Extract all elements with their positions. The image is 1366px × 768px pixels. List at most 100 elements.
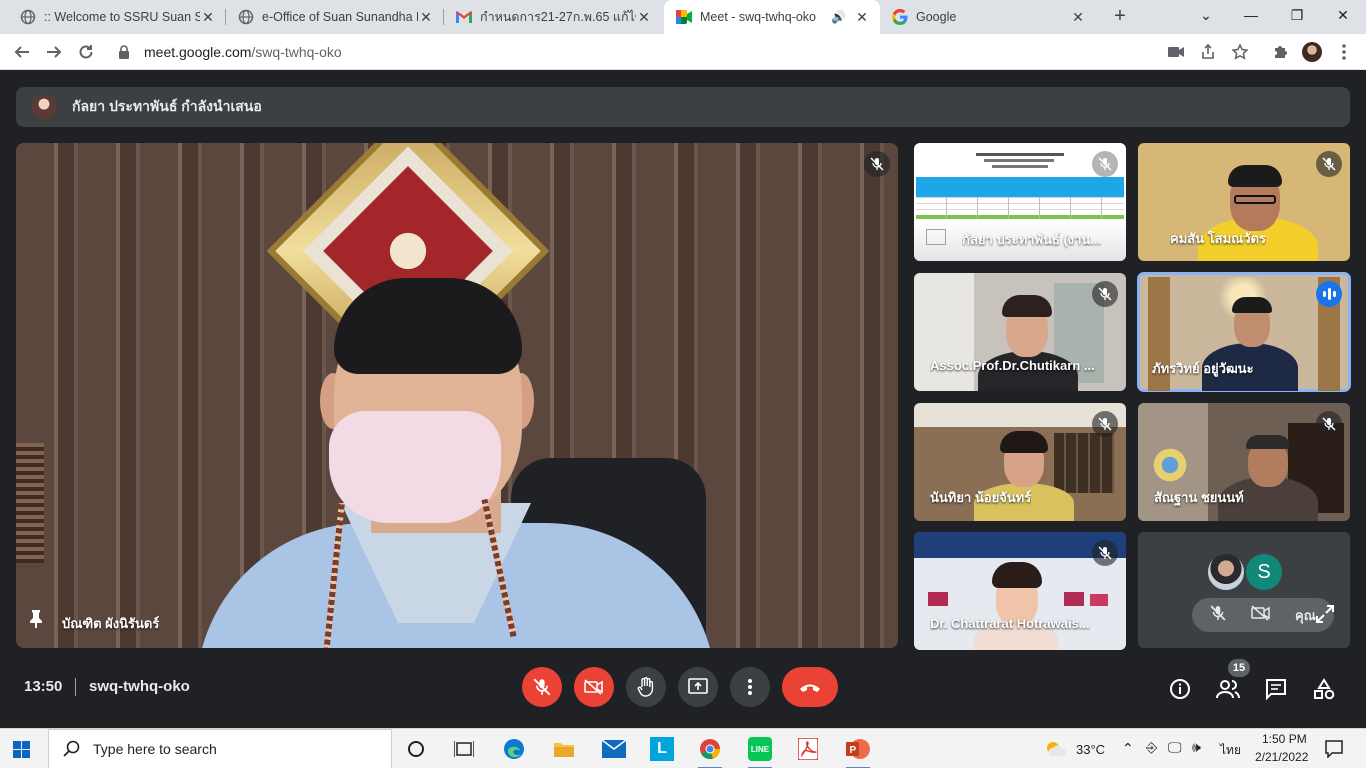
camera-in-use-icon[interactable] bbox=[1166, 42, 1186, 62]
participants-button[interactable] bbox=[1216, 677, 1240, 701]
raise-hand-button[interactable] bbox=[626, 667, 666, 707]
windows-start-icon[interactable] bbox=[13, 741, 30, 758]
tray-usb-icon[interactable]: ⎆ bbox=[1146, 739, 1157, 756]
browser-tab-gmail[interactable]: กำหนดการ21-27ก.พ.65 แก้ไข - ✕ bbox=[444, 0, 662, 34]
chrome-icon[interactable] bbox=[698, 737, 722, 768]
muted-mic-icon[interactable] bbox=[1210, 605, 1226, 626]
more-participants-tile[interactable]: S คุณ bbox=[1138, 532, 1350, 648]
url-text: meet.google.com/swq-twhq-oko bbox=[144, 44, 342, 60]
close-tab-icon[interactable]: ✕ bbox=[418, 9, 434, 26]
tray-chevron-up-icon[interactable]: ⌃ bbox=[1122, 740, 1134, 757]
meet-icon bbox=[676, 9, 692, 25]
participant-tile[interactable]: Assoc.Prof.Dr.Chutikarn ... bbox=[914, 273, 1126, 391]
line-app-icon[interactable]: LINE bbox=[748, 737, 772, 768]
reload-icon bbox=[79, 45, 93, 59]
browser-tab-strip: :: Welcome to SSRU Suan Sun ✕ e-Office o… bbox=[0, 0, 1366, 34]
globe-icon bbox=[20, 9, 36, 25]
restore-button[interactable]: ❐ bbox=[1274, 0, 1320, 30]
participant-avatar bbox=[1206, 552, 1246, 592]
chat-button[interactable] bbox=[1264, 677, 1288, 701]
powerpoint-icon[interactable]: P bbox=[846, 737, 870, 768]
forward-button[interactable] bbox=[42, 40, 66, 64]
close-tab-icon[interactable]: ✕ bbox=[1070, 9, 1086, 26]
gmail-icon bbox=[456, 9, 472, 25]
arrow-left-icon bbox=[14, 46, 29, 58]
presenting-banner: กัลยา ประทาพันธ์ กำลังนำเสนอ bbox=[16, 87, 1350, 127]
close-tab-icon[interactable]: ✕ bbox=[636, 9, 652, 26]
participant-tile-presenter[interactable]: กัลยา ประทาพันธ์ (งาน... bbox=[914, 143, 1126, 261]
tab-title: Google bbox=[916, 10, 957, 24]
close-tab-icon[interactable]: ✕ bbox=[200, 9, 216, 26]
activities-button[interactable] bbox=[1312, 677, 1336, 701]
speaker-playing-icon[interactable]: 🔊 bbox=[831, 10, 846, 24]
tab-search-icon[interactable]: ⌄ bbox=[1183, 0, 1229, 30]
minimize-button[interactable]: — bbox=[1228, 0, 1274, 30]
muted-mic-icon bbox=[1316, 411, 1342, 437]
participant-name: นันทิยา น้อยจันทร์ bbox=[930, 490, 1032, 505]
browser-tab-eoffice[interactable]: e-Office of Suan Sunandha R ✕ bbox=[226, 0, 444, 34]
file-explorer-icon[interactable] bbox=[552, 737, 576, 761]
task-view-icon[interactable] bbox=[452, 737, 476, 761]
presenting-text: กัลยา ประทาพันธ์ กำลังนำเสนอ bbox=[72, 98, 262, 114]
browser-tab-meet[interactable]: Meet - swq-twhq-oko 🔊 ✕ bbox=[664, 0, 880, 34]
camera-off-icon[interactable] bbox=[1250, 604, 1271, 626]
participant-tile[interactable]: สัณฐาน ชยนนท์ bbox=[1138, 403, 1350, 521]
tab-title: :: Welcome to SSRU Suan Sun bbox=[44, 10, 200, 24]
more-vertical-icon bbox=[748, 679, 752, 695]
profile-avatar[interactable] bbox=[1302, 42, 1322, 62]
mic-toggle-button[interactable] bbox=[522, 667, 562, 707]
mail-icon[interactable] bbox=[602, 737, 626, 761]
acrobat-icon[interactable] bbox=[796, 737, 820, 761]
present-now-button[interactable] bbox=[678, 667, 718, 707]
participant-tile[interactable]: คมสัน โสมณวัตร bbox=[1138, 143, 1350, 261]
edge-icon[interactable] bbox=[502, 737, 526, 761]
share-icon[interactable] bbox=[1198, 42, 1218, 62]
extensions-puzzle-icon[interactable] bbox=[1270, 42, 1290, 62]
muted-mic-icon bbox=[1092, 281, 1118, 307]
tray-volume-icon[interactable]: 🕪 bbox=[1192, 739, 1201, 756]
participant-avatar-letter: S bbox=[1244, 552, 1284, 592]
tab-title: e-Office of Suan Sunandha R bbox=[262, 10, 418, 24]
weather-icon[interactable] bbox=[1044, 737, 1068, 761]
pin-icon[interactable] bbox=[28, 610, 44, 628]
globe-icon bbox=[238, 9, 254, 25]
google-icon bbox=[892, 9, 908, 25]
main-video-tile[interactable]: บัณฑิต ผังนิรันดร์ bbox=[16, 143, 898, 648]
taskbar-search-box[interactable]: Type here to search bbox=[48, 729, 392, 768]
browser-tab-ssru[interactable]: :: Welcome to SSRU Suan Sun ✕ bbox=[8, 0, 226, 34]
browser-toolbar: meet.google.com/swq-twhq-oko bbox=[0, 34, 1366, 70]
tray-network-icon[interactable]: 🖵 bbox=[1168, 739, 1182, 756]
tab-title: Meet - swq-twhq-oko bbox=[700, 10, 817, 24]
new-tab-button[interactable]: + bbox=[1108, 5, 1132, 29]
participant-tile[interactable]: Dr. Chattrarat Hotrawais... bbox=[914, 532, 1126, 650]
clock-time[interactable]: 1:50 PM bbox=[1262, 732, 1307, 746]
search-icon bbox=[63, 740, 80, 757]
more-options-button[interactable] bbox=[730, 667, 770, 707]
lock-icon[interactable] bbox=[118, 45, 134, 59]
close-window-button[interactable]: ✕ bbox=[1320, 0, 1366, 30]
close-tab-icon[interactable]: ✕ bbox=[854, 9, 870, 26]
browser-menu-icon[interactable] bbox=[1334, 42, 1354, 62]
notification-center-icon[interactable] bbox=[1322, 737, 1346, 761]
clock-date[interactable]: 2/21/2022 bbox=[1255, 750, 1308, 764]
self-label: คุณ bbox=[1295, 607, 1316, 623]
windows-taskbar: Type here to search L LINE P 33°C ⌃ ⎆ 🖵 … bbox=[0, 728, 1366, 768]
presentation-icon bbox=[926, 229, 946, 245]
launcher-l-icon[interactable]: L bbox=[650, 737, 674, 761]
address-bar[interactable]: meet.google.com/swq-twhq-oko bbox=[108, 38, 1260, 66]
bookmark-star-icon[interactable] bbox=[1230, 42, 1250, 62]
leave-call-button[interactable] bbox=[782, 667, 838, 707]
cortana-icon[interactable] bbox=[404, 737, 428, 761]
participant-tile-speaking[interactable]: ภัทรวิทย์ อยู่วัฒนะ bbox=[1137, 272, 1351, 392]
weather-temperature[interactable]: 33°C bbox=[1076, 742, 1105, 757]
search-placeholder: Type here to search bbox=[93, 741, 217, 757]
browser-tab-google[interactable]: Google ✕ bbox=[880, 0, 1096, 34]
meeting-details-button[interactable] bbox=[1168, 677, 1192, 701]
participant-tile[interactable]: นันทิยา น้อยจันทร์ bbox=[914, 403, 1126, 521]
camera-toggle-button[interactable] bbox=[574, 667, 614, 707]
expand-icon[interactable] bbox=[1316, 605, 1334, 628]
input-language-indicator[interactable]: ไทย bbox=[1220, 741, 1241, 760]
reload-button[interactable] bbox=[74, 40, 98, 64]
back-button[interactable] bbox=[10, 40, 34, 64]
participant-name: คมสัน โสมณวัตร bbox=[1170, 231, 1266, 246]
